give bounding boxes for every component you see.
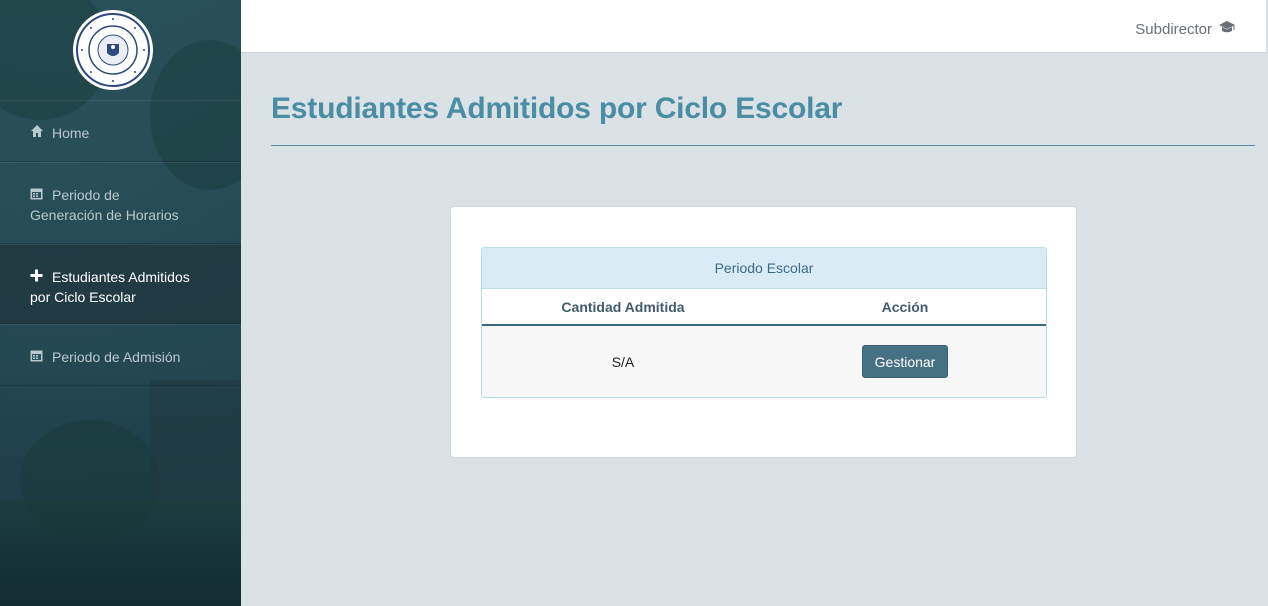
calendar-icon — [30, 185, 46, 205]
sidebar-item-estudiantes-admitidos[interactable]: Estudiantes Admitidos por Ciclo Escolar — [0, 244, 241, 324]
sidebar-item-label: Periodo de Admisión — [52, 349, 181, 365]
cantidad-cell: S/A — [611, 353, 635, 370]
sidebar-item-periodo-generacion-horarios[interactable]: Periodo de Generación de Horarios — [0, 162, 241, 244]
sidebar-nav: Home Periodo de Generación de Horarios E… — [0, 100, 241, 386]
sidebar-item-label-line2: por Ciclo Escolar — [30, 289, 136, 305]
column-header-accion: Acción — [881, 299, 929, 315]
gestionar-button[interactable]: Gestionar — [861, 345, 949, 378]
title-divider — [271, 145, 1255, 146]
sidebar-item-label: Periodo de — [52, 187, 120, 203]
sidebar-item-label-line2: Generación de Horarios — [30, 207, 179, 223]
user-role-label: Subdirector — [1135, 20, 1212, 38]
sidebar-item-label: Estudiantes Admitidos — [52, 269, 190, 285]
column-header-cantidad: Cantidad Admitida — [561, 299, 685, 315]
university-seal-logo — [72, 9, 154, 91]
table-caption: Periodo Escolar — [482, 248, 1046, 289]
plus-icon — [30, 267, 46, 287]
background-lawn — [0, 500, 241, 606]
sidebar-item-periodo-admision[interactable]: Periodo de Admisión — [0, 324, 241, 386]
table-row: S/A Gestionar — [482, 326, 1046, 397]
background-building — [150, 380, 241, 510]
table-header-row: Cantidad Admitida Acción — [482, 289, 1046, 326]
home-icon — [30, 123, 46, 143]
page-title: Estudiantes Admitidos por Ciclo Escolar — [271, 92, 843, 125]
calendar-icon — [30, 347, 46, 367]
sidebar-item-home[interactable]: Home — [0, 100, 241, 162]
admitted-table: Periodo Escolar Cantidad Admitida Acción… — [481, 247, 1047, 398]
top-bar: Subdirector — [241, 0, 1266, 53]
user-menu[interactable]: Subdirector — [1135, 20, 1236, 38]
graduation-cap-icon — [1212, 20, 1236, 38]
accion-cell: Gestionar — [764, 345, 1046, 378]
sidebar: Home Periodo de Generación de Horarios E… — [0, 0, 241, 606]
sidebar-item-label: Home — [52, 125, 90, 141]
content-card: Periodo Escolar Cantidad Admitida Acción… — [450, 206, 1077, 458]
